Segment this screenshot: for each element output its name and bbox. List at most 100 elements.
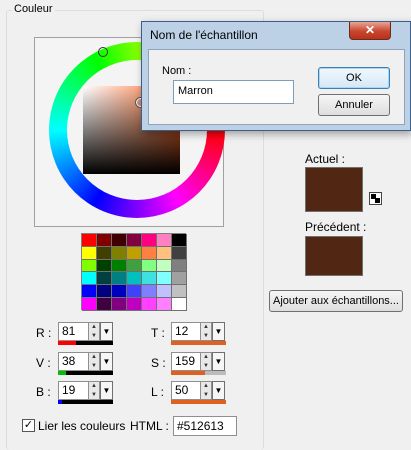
palette-swatch[interactable] xyxy=(112,246,127,260)
palette-swatch[interactable] xyxy=(172,234,187,247)
green-dropdown-button[interactable]: ▼ xyxy=(100,352,113,371)
palette-swatch[interactable] xyxy=(127,285,142,298)
spin-down-icon[interactable]: ▼ xyxy=(201,391,211,400)
lightness-input[interactable]: 50 xyxy=(171,381,201,400)
palette-swatch[interactable] xyxy=(172,272,187,286)
palette-swatch[interactable] xyxy=(157,297,172,311)
palette-swatch[interactable] xyxy=(157,272,172,286)
palette-swatch[interactable] xyxy=(142,285,157,298)
name-input[interactable]: Marron xyxy=(173,80,294,104)
current-label: Actuel : xyxy=(305,152,346,166)
green-input[interactable]: 38 xyxy=(58,352,89,371)
palette-swatch[interactable] xyxy=(82,297,97,311)
spin-up-icon[interactable]: ▲ xyxy=(201,353,211,362)
link-colors-checkbox[interactable]: ✓ xyxy=(22,419,35,432)
previous-color-swatch[interactable] xyxy=(305,236,363,276)
hue-label: T : xyxy=(151,326,165,340)
palette-swatch[interactable] xyxy=(172,259,187,273)
palette-swatch[interactable] xyxy=(127,234,142,247)
palette-swatch[interactable] xyxy=(127,297,142,311)
palette-swatch[interactable] xyxy=(157,246,172,260)
palette-swatch[interactable] xyxy=(157,234,172,247)
close-button[interactable]: ✕ xyxy=(349,22,391,40)
add-to-swatches-button[interactable]: Ajouter aux échantillons... xyxy=(269,290,403,312)
palette-swatch[interactable] xyxy=(82,246,97,260)
palette-swatch[interactable] xyxy=(82,259,97,273)
palette-swatch[interactable] xyxy=(142,234,157,247)
green-label: V : xyxy=(36,356,51,370)
palette-swatch[interactable] xyxy=(142,246,157,260)
spin-up-icon[interactable]: ▲ xyxy=(89,353,99,362)
saturation-dropdown-button[interactable]: ▼ xyxy=(212,352,225,371)
blue-spinner[interactable]: ▲ ▼ xyxy=(89,381,100,400)
swap-colors-icon[interactable] xyxy=(369,192,382,205)
palette-swatch[interactable] xyxy=(142,272,157,286)
spin-down-icon[interactable]: ▼ xyxy=(89,332,99,341)
blue-input[interactable]: 19 xyxy=(58,381,89,400)
saturation-label: S : xyxy=(151,356,166,370)
hue-marker[interactable] xyxy=(98,47,108,57)
spin-up-icon[interactable]: ▲ xyxy=(89,323,99,332)
red-dropdown-button[interactable]: ▼ xyxy=(100,322,113,341)
spin-up-icon[interactable]: ▲ xyxy=(201,382,211,391)
palette-swatch[interactable] xyxy=(82,285,97,298)
palette-swatch[interactable] xyxy=(157,285,172,298)
lightness-dropdown-button[interactable]: ▼ xyxy=(212,381,225,400)
blue-slider-fill xyxy=(58,400,62,404)
palette-swatch[interactable] xyxy=(82,272,97,286)
red-input[interactable]: 81 xyxy=(58,322,89,341)
blue-slider[interactable] xyxy=(58,400,113,404)
palette-swatch[interactable] xyxy=(142,259,157,273)
hue-dropdown-button[interactable]: ▼ xyxy=(212,322,225,341)
saturation-spinner[interactable]: ▲ ▼ xyxy=(201,352,212,371)
html-label: HTML : xyxy=(130,419,169,433)
html-color-input[interactable]: #512613 xyxy=(173,416,237,436)
palette-swatch[interactable] xyxy=(172,285,187,298)
green-slider-fill xyxy=(58,371,66,375)
palette-swatch[interactable] xyxy=(112,259,127,273)
palette-swatch[interactable] xyxy=(127,259,142,273)
palette-swatch[interactable] xyxy=(142,297,157,311)
palette-swatch[interactable] xyxy=(97,297,112,311)
palette-swatch[interactable] xyxy=(112,234,127,247)
blue-dropdown-button[interactable]: ▼ xyxy=(100,381,113,400)
color-palette xyxy=(81,233,187,311)
palette-swatch[interactable] xyxy=(127,272,142,286)
palette-swatch[interactable] xyxy=(112,285,127,298)
hue-slider[interactable] xyxy=(171,341,226,345)
spin-down-icon[interactable]: ▼ xyxy=(201,362,211,371)
saturation-slider-fill xyxy=(171,371,205,375)
palette-swatch[interactable] xyxy=(172,297,187,311)
spin-down-icon[interactable]: ▼ xyxy=(89,391,99,400)
dialog-title: Nom de l'échantillon xyxy=(150,28,258,42)
palette-swatch[interactable] xyxy=(82,234,97,247)
spin-down-icon[interactable]: ▼ xyxy=(89,362,99,371)
spin-up-icon[interactable]: ▲ xyxy=(89,382,99,391)
palette-swatch[interactable] xyxy=(97,246,112,260)
palette-swatch[interactable] xyxy=(157,259,172,273)
palette-swatch[interactable] xyxy=(112,297,127,311)
palette-swatch[interactable] xyxy=(97,272,112,286)
red-spinner[interactable]: ▲ ▼ xyxy=(89,322,100,341)
groupbox-title: Couleur xyxy=(12,3,55,15)
palette-swatch[interactable] xyxy=(127,246,142,260)
hue-spinner[interactable]: ▲ ▼ xyxy=(201,322,212,341)
palette-swatch[interactable] xyxy=(97,259,112,273)
green-spinner[interactable]: ▲ ▼ xyxy=(89,352,100,371)
lightness-spinner[interactable]: ▲ ▼ xyxy=(201,381,212,400)
red-label: R : xyxy=(36,326,52,340)
hue-slider-fill xyxy=(171,341,174,345)
saturation-input[interactable]: 159 xyxy=(171,352,201,371)
palette-swatch[interactable] xyxy=(112,272,127,286)
spin-up-icon[interactable]: ▲ xyxy=(201,323,211,332)
green-slider[interactable] xyxy=(58,371,113,375)
blue-label: B : xyxy=(36,385,51,399)
spin-down-icon[interactable]: ▼ xyxy=(201,332,211,341)
ok-button[interactable]: OK xyxy=(318,67,390,89)
hue-input[interactable]: 12 xyxy=(171,322,201,341)
palette-swatch[interactable] xyxy=(172,246,187,260)
cancel-button[interactable]: Annuler xyxy=(318,94,390,116)
palette-swatch[interactable] xyxy=(97,285,112,298)
current-color-swatch xyxy=(305,167,363,212)
palette-swatch[interactable] xyxy=(97,234,112,247)
